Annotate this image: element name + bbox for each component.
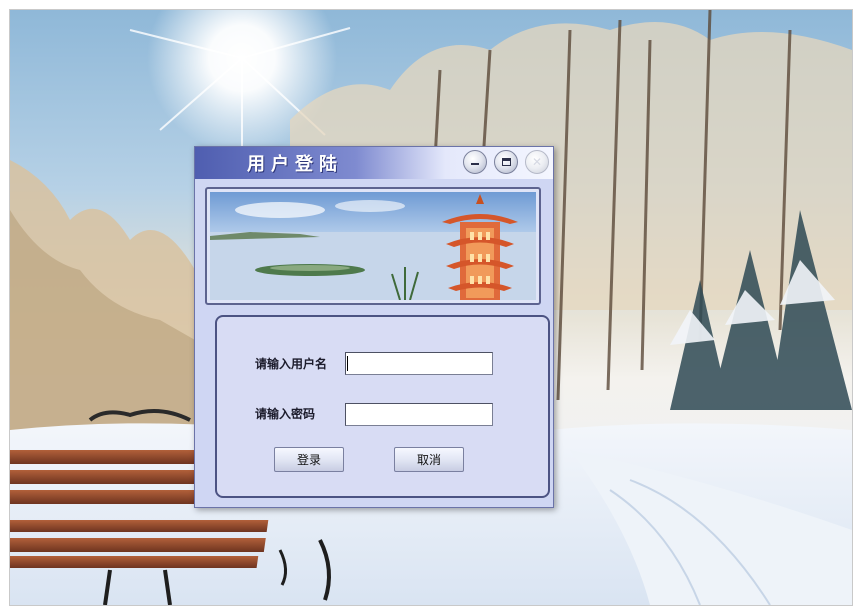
username-input[interactable] (345, 352, 493, 375)
cancel-button[interactable]: 取消 (394, 447, 464, 472)
login-button[interactable]: 登录 (274, 447, 344, 472)
title-bar[interactable]: 用户登陆 ✕ (195, 147, 553, 179)
banner-frame (205, 187, 541, 305)
username-label: 请输入用户名 (255, 357, 328, 371)
maximize-icon (501, 158, 511, 166)
minimize-icon (471, 163, 479, 165)
password-label: 请输入密码 (255, 407, 316, 421)
pagoda-lake-banner (210, 192, 536, 300)
maximize-button[interactable] (494, 150, 518, 174)
minimize-button[interactable] (463, 150, 487, 174)
password-input[interactable] (345, 403, 493, 426)
text-caret (347, 356, 348, 371)
close-button[interactable]: ✕ (525, 150, 549, 174)
close-icon: ✕ (531, 155, 543, 169)
window-title: 用户登陆 (247, 154, 343, 175)
login-dialog: 用户登陆 ✕ 请输入用户名 请输入密码 登录 取消 (194, 146, 554, 508)
login-form-panel: 请输入用户名 请输入密码 登录 取消 (215, 315, 550, 498)
